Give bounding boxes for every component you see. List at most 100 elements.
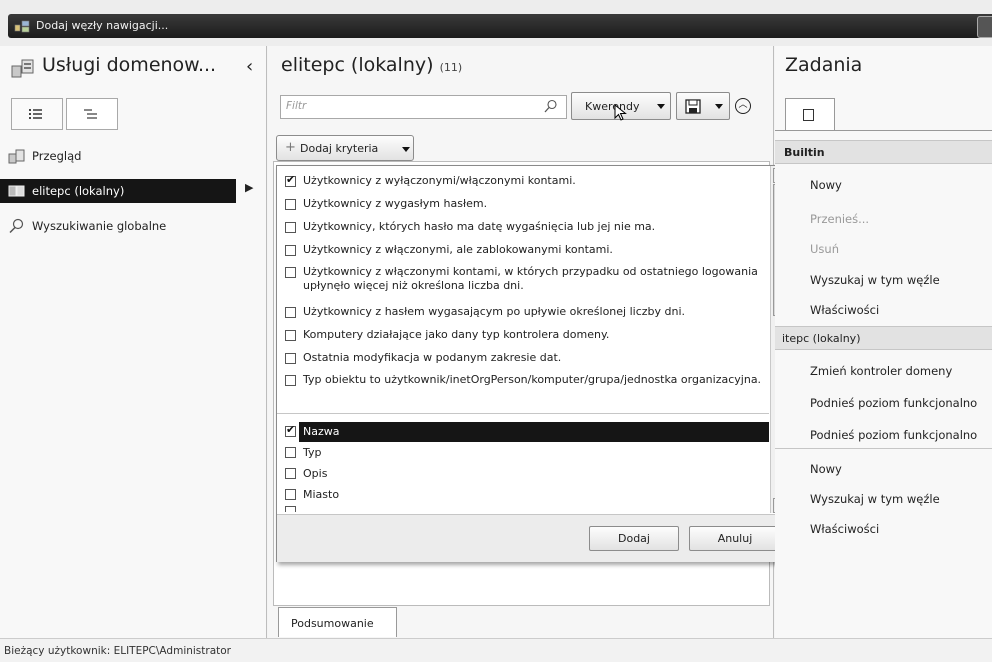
criteria-separator [277,413,769,414]
left-panel-title: Usługi domenow... [42,54,217,76]
save-query-button[interactable] [676,92,730,120]
attribute-item[interactable]: Miasto [277,485,769,505]
nav-item-overview[interactable]: Przegląd [0,144,266,168]
section-header-builtin: Builtin [775,140,992,164]
criteria-footer: Dodaj Anuluj [277,514,791,562]
criteria-label: Użytkownicy z wyłączonymi/włączonymi kon… [303,174,576,187]
section-header-domain: itepc (lokalny) [775,326,992,350]
criteria-checkbox[interactable] [285,375,296,386]
title-bar: Dodaj węzły nawigacji... [0,0,992,46]
task-move: Przenieś... [810,212,870,226]
criteria-checkbox[interactable] [285,222,296,233]
task-delete: Usuń [810,242,839,256]
attribute-item[interactable]: Opis [277,464,769,484]
task-search-node-2[interactable]: Wyszukaj w tym węźle [810,492,940,506]
plus-icon: + [285,140,296,155]
filter-placeholder: Filtr [286,100,307,112]
search-icon [9,218,24,234]
attribute-label: Nazwa [303,425,340,438]
criteria-label: Użytkownicy z wygasłym hasłem. [303,197,488,210]
list-view-tab[interactable] [11,98,63,130]
save-icon [685,99,701,114]
expand-arrow-icon[interactable]: ▶ [245,181,253,194]
section-separator [775,448,992,449]
nav-item-label: elitepc (lokalny) [32,184,125,198]
attribute-item[interactable]: Nazwa [285,422,769,442]
attribute-checkbox-partial[interactable] [285,506,296,512]
collapse-chevron-icon[interactable]: ‹ [246,56,253,77]
criteria-label: Użytkownicy z hasłem wygasającym po upły… [303,305,686,318]
chevron-down-icon [657,104,665,109]
task-raise-level-2[interactable]: Podnieś poziom funkcjonalno [810,428,977,442]
criteria-checkbox[interactable] [285,307,296,318]
section-header-label: itepc (lokalny) [782,331,861,345]
attribute-checkbox[interactable] [285,489,296,500]
task-change-dc[interactable]: Zmień kontroler domeny [810,364,952,378]
criteria-label: Użytkownicy, których hasło ma datę wygaś… [303,220,656,233]
tree-view-icon [84,109,97,119]
nav-item-global-search[interactable]: Wyszukiwanie globalne [0,214,266,238]
current-user-text: Bieżący użytkownik: ELITEPC\Administrato… [4,645,232,657]
filter-input[interactable]: Filtr [280,95,567,119]
criteria-checkbox[interactable] [285,267,296,278]
task-raise-level[interactable]: Podnieś poziom funkcjonalno [810,396,977,410]
search-icon[interactable] [544,99,558,113]
criteria-item[interactable]: Typ obiektu to użytkownik/inetOrgPerson/… [277,373,769,405]
mouse-pointer-icon [614,104,627,121]
attribute-checkbox[interactable] [285,468,296,479]
window-title: Dodaj węzły nawigacji... [36,19,169,32]
center-panel-title: elitepc (lokalny) (11) [281,54,462,76]
attribute-label: Typ [303,446,322,459]
tasks-title: Zadania [785,54,863,76]
attribute-checkbox[interactable] [285,423,296,437]
tab-underline [775,130,992,131]
collapse-criteria-icon[interactable]: ︿ [735,98,751,114]
chevron-down-icon [402,147,410,152]
criteria-label: Użytkownicy z włączonymi kontami, w któr… [303,265,758,292]
criteria-checkbox[interactable] [285,173,296,187]
criteria-label: Komputery działające jako dany typ kontr… [303,328,610,341]
section-header-label: Builtin [784,145,825,159]
cancel-button[interactable]: Anuluj [689,526,781,551]
tab-summary[interactable]: Podsumowanie [278,607,397,637]
criteria-checkbox[interactable] [285,353,296,364]
criteria-checkbox[interactable] [285,199,296,210]
tasks-panel: Zadania Builtin Nowy Przenieś... Usuń Wy… [775,46,992,638]
page-icon [803,109,814,121]
task-properties-2[interactable]: Właściwości [810,522,879,536]
add-criteria-button[interactable]: + Dodaj kryteria [276,135,414,161]
task-properties[interactable]: Właściwości [810,303,879,317]
chevron-down-icon [715,104,723,109]
task-new[interactable]: Nowy [810,178,842,192]
queries-label: Kwerendy [585,100,640,113]
nav-item-elitepc[interactable]: elitepc (lokalny) [0,179,236,203]
add-criteria-dropdown: Użytkownicy z wyłączonymi/włączonymi kon… [276,165,792,562]
criteria-label: Ostatnia modyfikacja w podanym zakresie … [303,351,562,364]
tab-summary-label: Podsumowanie [291,617,374,630]
left-navigation-panel: Usługi domenow... ‹ Przegląd elitepc (lo… [0,46,267,638]
add-button[interactable]: Dodaj [589,526,679,551]
task-new-2[interactable]: Nowy [810,462,842,476]
attribute-item[interactable]: Typ [277,443,769,463]
attribute-label: Miasto [303,488,340,501]
object-count: (11) [439,61,463,74]
attribute-label: Opis [303,467,328,480]
task-search-node[interactable]: Wyszukaj w tym węźle [810,273,940,287]
window-control-button[interactable] [977,16,992,38]
domain-services-icon [11,59,34,78]
title-bar-strip: Dodaj węzły nawigacji... [8,14,992,38]
nav-item-label: Wyszukiwanie globalne [32,219,167,233]
add-criteria-label: Dodaj kryteria [300,142,379,155]
criteria-checkbox[interactable] [285,245,296,256]
attribute-checkbox[interactable] [285,447,296,458]
status-bar: Bieżący użytkownik: ELITEPC\Administrato… [0,638,992,662]
tasks-tab[interactable] [785,98,835,130]
criteria-checkbox[interactable] [285,330,296,341]
nav-item-label: Przegląd [32,149,82,163]
criteria-label: Użytkownicy z włączonymi, ale zablokowan… [303,243,613,256]
domain-icon [8,185,25,197]
tree-view-tab[interactable] [66,98,118,130]
overview-icon [8,149,25,164]
container-name: elitepc (lokalny) [281,54,434,76]
criteria-item[interactable]: Użytkownicy z włączonymi kontami, w któr… [277,265,769,297]
